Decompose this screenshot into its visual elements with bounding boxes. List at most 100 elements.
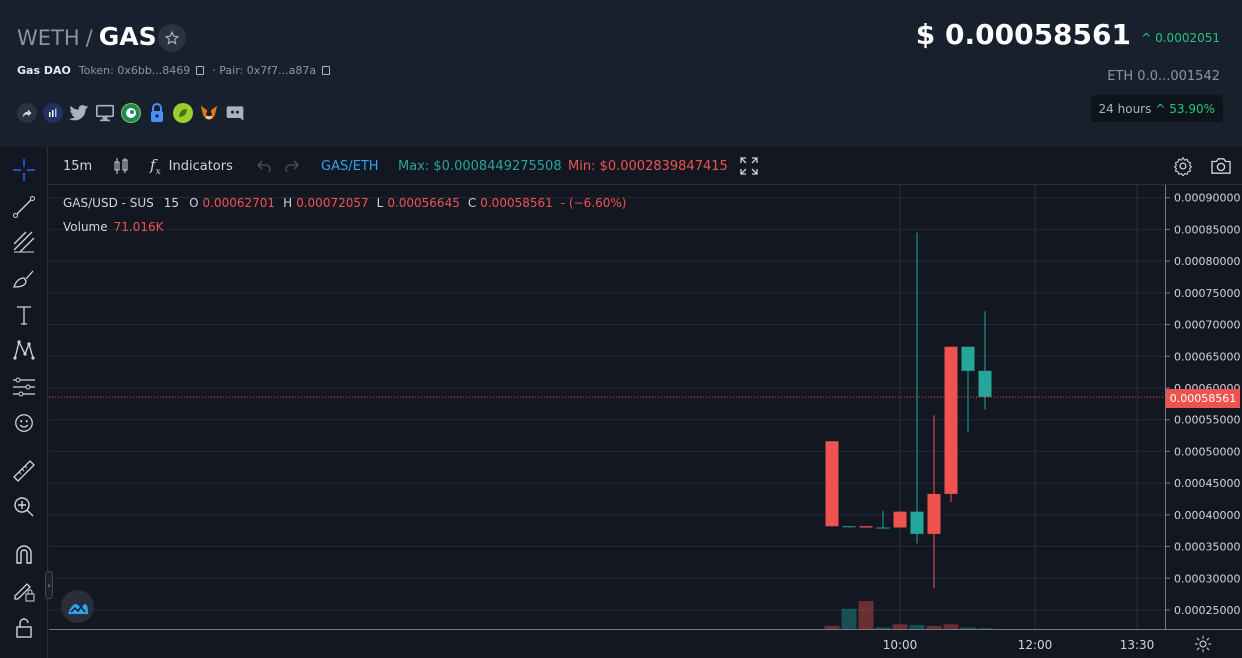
candle-body (910, 511, 924, 534)
current-price-tag: 0.00058561 (1166, 389, 1240, 408)
y-tick-label: 0.00030000 (1174, 572, 1240, 585)
pair-toggle[interactable]: GAS/ETH (321, 147, 379, 185)
min-price: Min: $0.0002839847415 (568, 158, 728, 174)
zoom-in-icon[interactable] (12, 495, 36, 519)
pair-title: WETH / GAS (17, 22, 157, 51)
y-tick-label: 0.00065000 (1174, 350, 1240, 363)
price-change: ^ 0.0002051 (1141, 31, 1220, 45)
discord-icon[interactable] (225, 103, 245, 123)
chart-toolbar: 15m fx Indicators GAS/ETH Max: $0.000844… (0, 147, 1242, 185)
interval-button[interactable]: 15m (63, 147, 92, 185)
emoji-icon[interactable] (12, 411, 36, 435)
pair-address: · Pair: 0x7f7...a87a (212, 64, 317, 77)
y-tick-label: 0.00075000 (1174, 287, 1240, 300)
volume-label: Volume (63, 220, 108, 234)
app-root: WETH / GAS Gas DAO Token: 0x6bb...8469 ·… (0, 0, 1242, 658)
time-axis[interactable]: 10:00 12:00 13:30 (49, 629, 1242, 658)
favorite-button[interactable] (158, 24, 186, 52)
copy-token-icon[interactable] (196, 66, 205, 75)
settings-icon[interactable] (1173, 147, 1193, 185)
candle-body (927, 493, 941, 534)
screenshot-icon[interactable] (1210, 147, 1232, 185)
metamask-icon[interactable] (199, 103, 219, 123)
crosshair-icon[interactable] (12, 158, 36, 182)
change-24h-badge: 24 hours ^ 53.90% (1090, 95, 1223, 122)
legend-low: 0.00056645 (387, 196, 460, 210)
volume-legend: Volume 71.016K (63, 220, 164, 234)
candle-body (842, 526, 856, 528)
copy-pair-icon[interactable] (322, 66, 331, 75)
magnet-icon[interactable] (12, 543, 36, 567)
fx-icon: fx (150, 155, 161, 177)
x-tick-label: 13:30 (1120, 638, 1155, 652)
token-meta: Gas DAO Token: 0x6bb...8469 · Pair: 0x7f… (17, 64, 338, 77)
lock-icon[interactable] (147, 103, 167, 123)
coingecko-icon[interactable] (121, 103, 141, 123)
candle-body (859, 526, 873, 528)
etherscan-icon[interactable] (43, 103, 63, 123)
y-tick-label: 0.00085000 (1174, 223, 1240, 236)
unlock-icon[interactable] (12, 616, 36, 640)
redo-icon[interactable] (285, 147, 299, 185)
legend-high: 0.00072057 (296, 196, 369, 210)
legend-h-label: H (283, 196, 293, 210)
trendline-icon[interactable] (12, 195, 36, 219)
current-price: $ 0.00058561 (915, 18, 1131, 51)
ruler-icon[interactable] (12, 459, 36, 483)
x-tick-label: 10:00 (883, 638, 918, 652)
candle-type-icon[interactable] (113, 147, 129, 185)
twitter-icon[interactable] (69, 103, 89, 123)
fib-tool-icon[interactable] (12, 230, 36, 254)
pair-separator: / (85, 26, 93, 50)
collapse-toolbar-button[interactable]: ‹ (45, 571, 53, 599)
legend-l-label: L (376, 196, 384, 210)
eth-price: ETH 0.0...001542 (1107, 69, 1220, 84)
website-icon[interactable] (95, 103, 115, 123)
candle-body (825, 441, 839, 527)
indicators-button[interactable]: fx Indicators (150, 147, 233, 185)
candle-body (893, 511, 907, 528)
indicators-label: Indicators (168, 158, 233, 174)
candle-body (944, 346, 958, 494)
price-chart[interactable] (49, 185, 1165, 629)
y-tick-label: 0.00050000 (1174, 445, 1240, 458)
time-settings-icon[interactable] (1194, 635, 1212, 653)
pattern-icon[interactable] (12, 338, 36, 362)
drawing-toolbar (0, 147, 48, 658)
y-tick-label: 0.00090000 (1174, 192, 1240, 205)
h24-change: ^ 53.90% (1155, 101, 1215, 116)
legend-open: 0.00062701 (202, 196, 276, 210)
legend-close: 0.00058561 (480, 196, 553, 210)
undo-icon[interactable] (257, 147, 271, 185)
y-tick-label: 0.00035000 (1174, 541, 1240, 554)
legend-change: - (−6.60%) (560, 196, 627, 210)
y-tick-label: 0.00055000 (1174, 414, 1240, 427)
volume-value: 71.016K (113, 220, 164, 234)
dextools-icon[interactable] (173, 103, 193, 123)
legend-o-label: O (189, 196, 199, 210)
legend-c-label: C (467, 196, 477, 210)
candle-body (978, 370, 992, 397)
x-tick-label: 12:00 (1018, 638, 1053, 652)
y-tick-label: 0.00045000 (1174, 477, 1240, 490)
h24-label: 24 hours (1098, 101, 1152, 116)
prediction-icon[interactable] (12, 375, 36, 399)
y-tick-label: 0.00040000 (1174, 509, 1240, 522)
candle-body (876, 527, 890, 529)
text-tool-icon[interactable] (12, 303, 36, 327)
logo-icon[interactable] (61, 590, 94, 623)
candle-body (961, 346, 975, 371)
star-icon (165, 31, 179, 45)
social-links (17, 103, 245, 123)
y-tick-label: 0.00025000 (1174, 604, 1240, 617)
project-name: Gas DAO (17, 64, 71, 77)
brush-icon[interactable] (12, 267, 36, 291)
volume-bar (841, 608, 857, 629)
quote-symbol: GAS (98, 22, 157, 51)
lock-drawings-icon[interactable] (12, 579, 36, 603)
share-icon[interactable] (17, 103, 37, 123)
max-price: Max: $0.0008449275508 (398, 158, 562, 174)
y-tick-label: 0.00070000 (1174, 319, 1240, 332)
fullscreen-icon[interactable] (740, 147, 758, 185)
token-header: WETH / GAS Gas DAO Token: 0x6bb...8469 ·… (0, 0, 1242, 147)
